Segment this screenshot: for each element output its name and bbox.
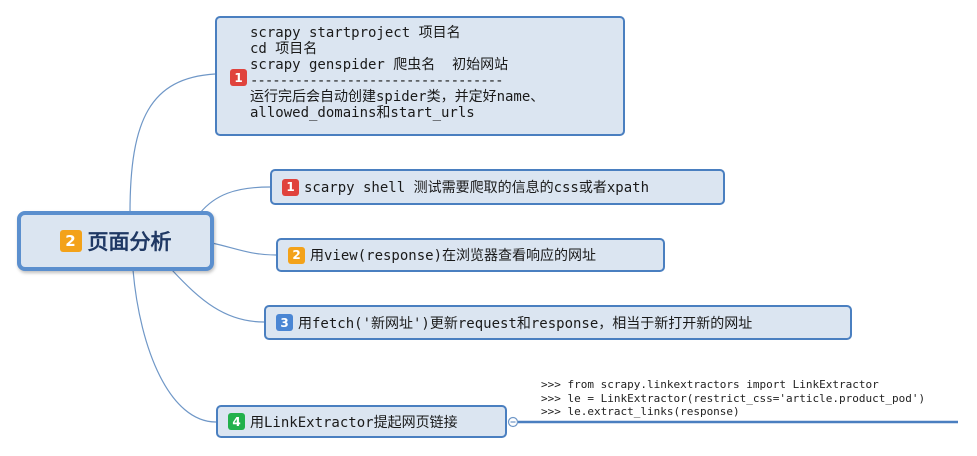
- topic-linkextractor[interactable]: 4 用LinkExtractor提起网页链接: [216, 405, 507, 438]
- priority-2-icon: 2: [59, 230, 82, 252]
- note-block[interactable]: 1 scrapy startproject 项目名 cd 项目名 scrapy …: [215, 16, 625, 136]
- code-line: >>> le = LinkExtractor(restrict_css='art…: [541, 391, 926, 405]
- note-line: cd 项目名: [250, 41, 318, 57]
- note-line: allowed_domains和start_urls: [250, 105, 475, 121]
- note-line: 运行完后会自动创建spider类，并定好name、: [250, 89, 545, 105]
- topic-fetch[interactable]: 3 用fetch('新网址')更新request和response，相当于新打开…: [264, 305, 852, 340]
- topic-label: 用fetch('新网址')更新request和response，相当于新打开新的…: [298, 315, 753, 332]
- topic-scrapy-shell[interactable]: 1 scarpy shell 测试需要爬取的信息的css或者xpath: [270, 169, 725, 205]
- code-line: >>> from scrapy.linkextractors import Li…: [541, 378, 879, 391]
- priority-4-icon: 4: [228, 413, 245, 430]
- link-to-note: [129, 73, 216, 214]
- link-to-topic-2: [211, 242, 277, 256]
- note-line: scrapy startproject 项目名: [250, 25, 461, 41]
- link-to-topic-1: [199, 186, 271, 214]
- note-line: scrapy genspider 爬虫名 初始网站: [250, 57, 509, 73]
- priority-3-icon: 3: [276, 314, 293, 331]
- central-topic-label: 页面分析: [87, 229, 172, 254]
- code-line: >>> le.extract_links(response): [541, 405, 740, 418]
- topic-view-response[interactable]: 2 用view(response)在浏览器查看响应的网址: [276, 238, 665, 272]
- link-to-topic-4: [132, 269, 217, 423]
- topic-label: scarpy shell 测试需要爬取的信息的css或者xpath: [304, 180, 650, 196]
- note-separator: ----------------------------------: [250, 73, 504, 89]
- priority-1-icon: 1: [230, 69, 247, 86]
- priority-1-icon: 1: [282, 178, 299, 196]
- topic-label: 用view(response)在浏览器查看响应的网址: [310, 248, 597, 264]
- topic-label: 用LinkExtractor提起网页链接: [250, 414, 458, 431]
- code-note: >>> from scrapy.linkextractors import Li…: [541, 378, 925, 419]
- central-topic[interactable]: 2 页面分析: [17, 211, 214, 271]
- priority-2-icon: 2: [288, 246, 305, 264]
- link-to-topic-3: [171, 269, 265, 323]
